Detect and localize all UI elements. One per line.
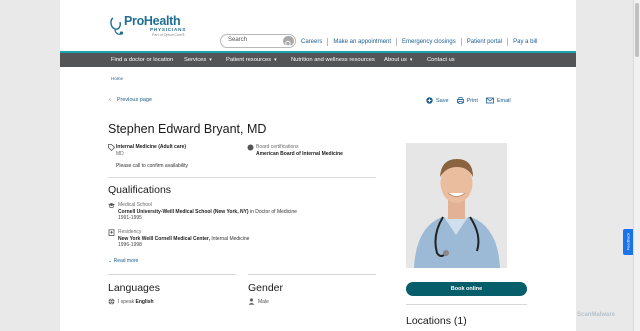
- chevron-down-icon: ▾: [209, 57, 212, 63]
- link-emergency-closings[interactable]: Emergency closings: [396, 37, 461, 46]
- search-placeholder: Search: [228, 37, 248, 43]
- nav-patient-resources-label: Patient resources: [226, 57, 272, 63]
- residency-label: Residency: [118, 229, 142, 235]
- hospital-icon: [108, 229, 115, 236]
- graduation-cap-icon: [108, 203, 115, 208]
- nav-services[interactable]: Services ▾: [184, 57, 212, 63]
- link-careers[interactable]: Careers: [296, 38, 327, 46]
- save-button[interactable]: Save: [426, 97, 449, 104]
- doctor-portrait-image: [406, 143, 507, 268]
- nav-patient-resources[interactable]: Patient resources ▾: [226, 57, 277, 63]
- nav-find-doctor[interactable]: Find a doctor or location: [111, 57, 173, 63]
- globe-icon: [108, 298, 115, 305]
- top-links: Careers Make an appointment Emergency cl…: [296, 37, 542, 46]
- medical-school-years: 1991-1995: [118, 215, 142, 221]
- book-online-button[interactable]: Book online: [406, 282, 527, 296]
- nav-contact-label: Contact us: [427, 57, 455, 63]
- nav-services-label: Services: [184, 57, 207, 63]
- page-container: ProHealth PHYSICIANS Part of OptumCare® …: [60, 0, 576, 331]
- read-more-label: Read more: [113, 258, 139, 264]
- scrollbar-thumb[interactable]: [635, 3, 639, 57]
- divider: [406, 304, 527, 305]
- chevron-left-icon: ‹: [109, 97, 111, 103]
- link-pay-bill[interactable]: Pay a bill: [507, 37, 542, 46]
- nav-nutrition-label: Nutrition and wellness resources: [291, 57, 375, 63]
- logo-subtitle: PHYSICIANS: [150, 27, 187, 32]
- residency-field: Internal Medicine: [211, 236, 250, 242]
- user-icon: [248, 298, 255, 305]
- email-label: Email: [496, 97, 511, 104]
- page-actions: Save Print Email: [426, 97, 519, 104]
- print-label: Print: [466, 97, 478, 104]
- feedback-tab[interactable]: Feedback: [623, 229, 633, 255]
- qualifications-heading: Qualifications: [108, 184, 172, 196]
- availability-note: Please call to confirm availability: [116, 163, 188, 169]
- envelope-icon: [485, 97, 494, 104]
- stethoscope-logo-icon: [110, 17, 124, 35]
- page-title: Stephen Edward Bryant, MD: [108, 122, 267, 136]
- chevron-down-icon: ▾: [274, 57, 277, 63]
- credential: MD: [116, 151, 124, 157]
- residency-years: 1996-1998: [118, 242, 142, 248]
- nav-nutrition[interactable]: Nutrition and wellness resources: [291, 57, 375, 63]
- breadcrumb[interactable]: Home: [111, 76, 123, 81]
- nav-about[interactable]: About us ▾: [384, 57, 412, 63]
- specialty: Internal Medicine (Adult care): [116, 144, 187, 150]
- divider: [108, 274, 236, 275]
- chevron-down-icon: ▾: [409, 57, 413, 63]
- languages-value: I speak English: [118, 299, 154, 305]
- search-input[interactable]: Search: [220, 34, 296, 48]
- medical-school-degree: in Doctor of Medicine: [249, 209, 297, 215]
- languages-heading: Languages: [108, 282, 160, 294]
- print-button[interactable]: Print: [456, 97, 478, 104]
- language-english: English: [135, 299, 154, 305]
- link-make-appointment[interactable]: Make an appointment: [327, 37, 396, 46]
- nav-about-label: About us: [384, 57, 407, 63]
- chevron-down-icon: ⌄: [108, 258, 113, 264]
- languages-prefix: I speak: [118, 299, 135, 305]
- search-icon: [285, 40, 292, 47]
- main-nav: Find a doctor or location Services ▾ Pati…: [60, 53, 576, 67]
- logo-tagline: Part of OptumCare®: [152, 33, 185, 37]
- locations-heading: Locations (1): [406, 315, 467, 327]
- tag-icon: [108, 144, 115, 151]
- divider: [108, 177, 376, 178]
- save-label: Save: [436, 97, 449, 104]
- certificate-icon: [247, 144, 254, 151]
- search-button[interactable]: [283, 36, 294, 47]
- board-certification-value: American Board of Internal Medicine: [256, 151, 343, 157]
- medical-school-label: Medical School: [118, 202, 152, 208]
- previous-page-link[interactable]: ‹ Previous page: [109, 97, 152, 103]
- gender-value: Male: [258, 299, 269, 305]
- prohealth-logo[interactable]: ProHealth PHYSICIANS Part of OptumCare®: [110, 14, 190, 40]
- nav-contact[interactable]: Contact us: [427, 57, 455, 63]
- scanmalware-watermark: ScanMalware: [577, 312, 616, 318]
- gender-heading: Gender: [248, 282, 284, 294]
- divider: [248, 274, 376, 275]
- logo-wordmark: ProHealth: [124, 14, 181, 28]
- nav-find-doctor-label: Find a doctor or location: [111, 57, 174, 63]
- vertical-scrollbar[interactable]: [633, 0, 640, 331]
- printer-icon: [456, 97, 464, 104]
- feedback-label: Feedback: [625, 232, 631, 251]
- plus-circle-icon: [426, 97, 433, 104]
- doctor-photo: [406, 143, 507, 268]
- previous-page-label: Previous page: [116, 97, 153, 103]
- link-patient-portal[interactable]: Patient portal: [460, 37, 507, 46]
- medical-school-entry: Cornell University-Weill Medical School …: [118, 209, 297, 215]
- email-button[interactable]: Email: [485, 97, 511, 104]
- board-certifications-label: Board certifications: [256, 144, 299, 150]
- read-more-link[interactable]: ⌄ Read more: [108, 258, 138, 264]
